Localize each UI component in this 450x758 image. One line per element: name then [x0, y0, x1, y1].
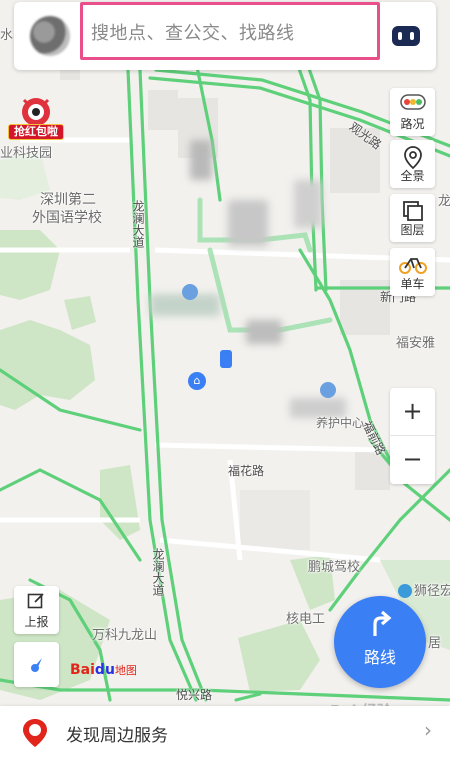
road-label-fuhua: 福花路 [228, 464, 265, 478]
map-label-hedian: 核电工 [286, 612, 326, 627]
map-label-edge-shui: 水 [0, 28, 14, 43]
map-label-edge-long: 龙 [438, 194, 450, 209]
map-label-center: 养护中心 [316, 416, 365, 430]
map-label-tech-park: 业科技园 [0, 146, 53, 161]
route-arrow-icon [373, 610, 392, 636]
zoom-control: + − [390, 388, 435, 484]
brand-du: du [94, 662, 115, 678]
compass-icon [31, 658, 42, 672]
panorama-button[interactable]: 全景 [390, 140, 435, 188]
blurred-label [228, 200, 268, 246]
map-label-shijing: 狮径宏 [414, 584, 450, 599]
school-line1: 深圳第二 [40, 192, 96, 208]
zoom-in-button[interactable]: + [390, 388, 435, 436]
bike-button[interactable]: 单车 [390, 248, 435, 296]
search-input[interactable]: 搜地点、查公交、找路线 [91, 19, 295, 45]
report-button[interactable]: 上报 [14, 586, 59, 634]
chevron-right-icon: › [424, 718, 432, 742]
map-label-pengcheng: 鹏城驾校 [308, 560, 361, 575]
layers-label: 图层 [400, 223, 425, 237]
brand-bai: Bai [70, 662, 95, 678]
school-line2: 外国语学校 [32, 209, 102, 226]
road-label-yuexing: 悦兴路 [176, 688, 213, 702]
map-label-school: 深圳第二 外国语学校 [32, 192, 102, 227]
layers-icon [402, 201, 423, 221]
bus-stop-icon[interactable] [320, 382, 336, 398]
promo-label: 抢红包啦 [8, 124, 64, 140]
map-label-wanke: 万科九龙山 [92, 628, 158, 643]
edit-icon [27, 593, 44, 609]
report-label: 上报 [24, 615, 49, 629]
blurred-label [290, 398, 346, 418]
nearby-services-text: 发现周边服务 [66, 726, 168, 746]
map-label-fuan: 福安雅 [396, 336, 436, 351]
map-label-edge-ju: 居 [428, 636, 442, 651]
brand-map: 地图 [114, 664, 137, 677]
bike-label: 单车 [400, 277, 425, 291]
du-pin-icon [23, 719, 47, 747]
panorama-label: 全景 [400, 169, 425, 183]
layers-button[interactable]: 图层 [390, 194, 435, 242]
building-block [240, 490, 310, 550]
red-envelope-promo[interactable]: 抢红包啦 [8, 94, 64, 144]
location-marker-icon[interactable] [220, 350, 232, 368]
bicycle-icon [398, 258, 427, 274]
traffic-label: 路况 [400, 117, 425, 131]
traffic-light-icon [399, 94, 426, 110]
voice-assistant-icon[interactable] [392, 26, 420, 46]
search-box-highlight[interactable]: 搜地点、查公交、找路线 [80, 2, 380, 60]
traffic-button[interactable]: 路况 [390, 88, 435, 136]
baidu-map-logo: Baidu地图 [70, 662, 137, 678]
red-envelope-icon [22, 98, 50, 126]
building-block [148, 90, 178, 130]
nearby-services-bar[interactable]: 发现周边服务 › [0, 706, 450, 758]
home-poi-icon[interactable]: ⌂ [188, 372, 206, 390]
locate-button[interactable] [14, 642, 59, 687]
route-button[interactable]: 路线 [334, 596, 426, 688]
zoom-out-button[interactable]: − [390, 436, 435, 484]
blurred-label [190, 140, 212, 180]
bus-stop-icon[interactable] [182, 284, 198, 300]
poi-pin-icon[interactable] [398, 584, 412, 598]
avatar[interactable] [30, 16, 70, 56]
road-label-longlan: 龙澜大道 [151, 548, 165, 596]
search-bar: 搜地点、查公交、找路线 [14, 2, 436, 70]
blurred-label [294, 180, 322, 228]
road-label-longlan: 龙澜大道 [131, 200, 145, 248]
route-label: 路线 [363, 648, 396, 667]
blurred-label [246, 320, 282, 344]
